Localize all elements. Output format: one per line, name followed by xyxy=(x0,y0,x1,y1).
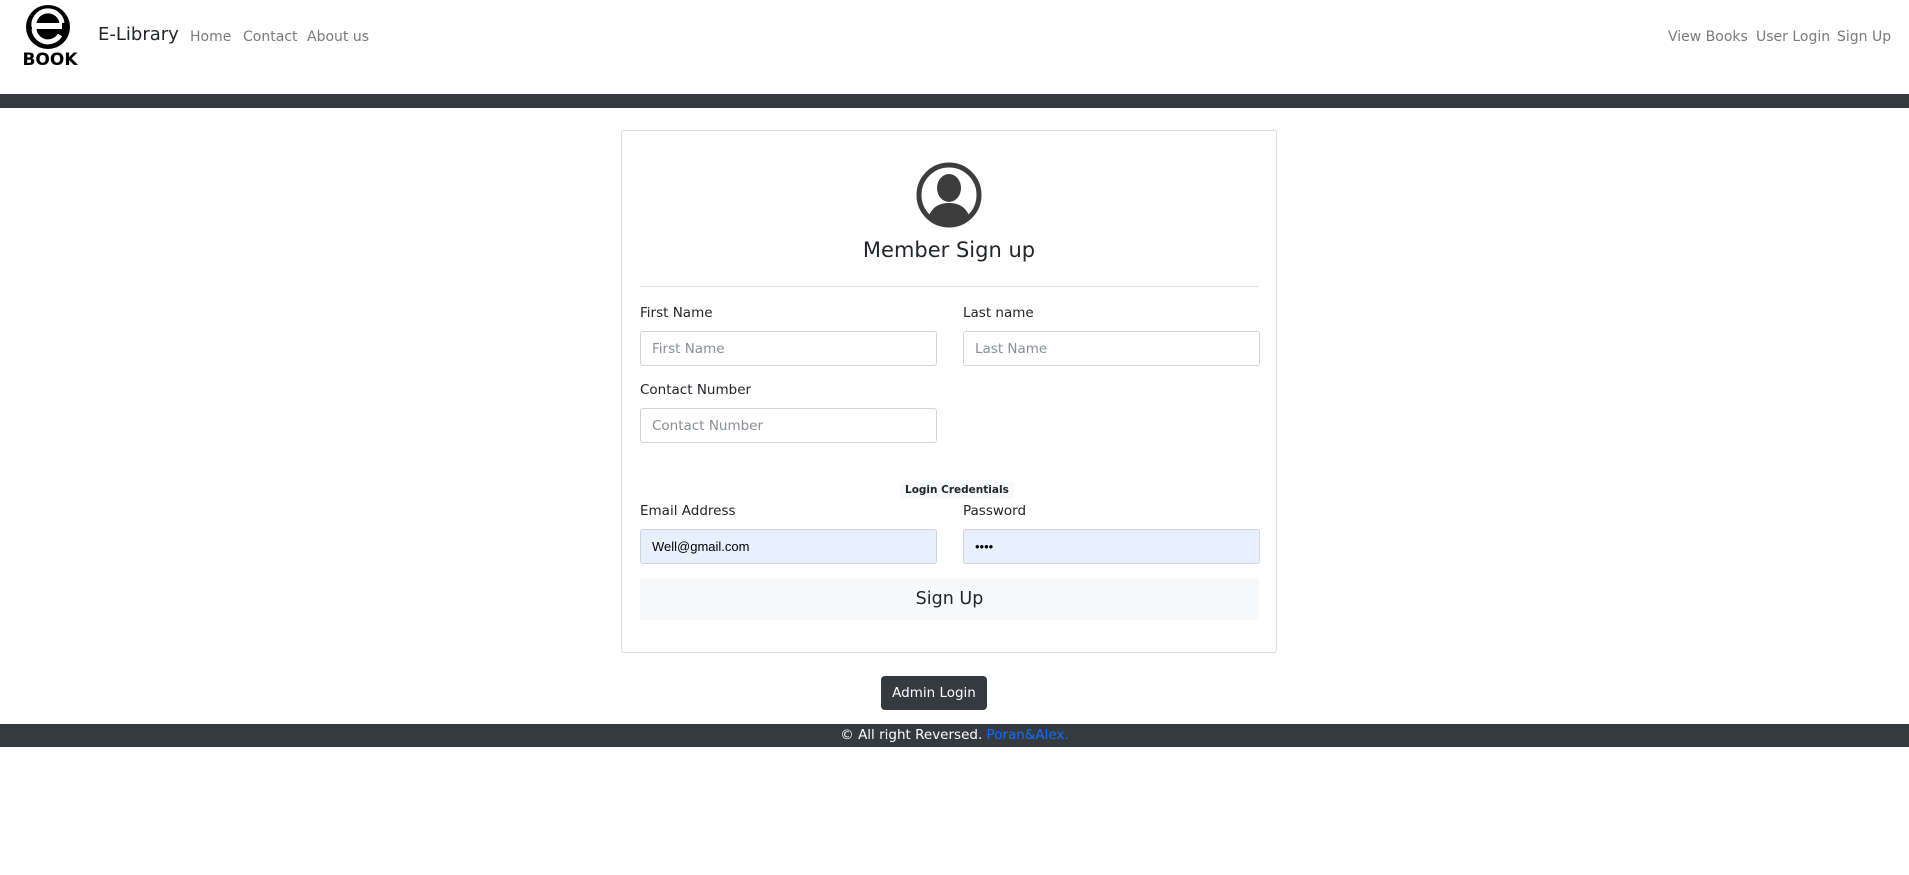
last-name-input[interactable] xyxy=(963,331,1260,366)
ebook-logo[interactable]: BOOK xyxy=(20,3,80,70)
last-name-label: Last name xyxy=(963,305,1034,321)
logo-text: BOOK xyxy=(22,50,78,67)
admin-login-button[interactable]: Admin Login xyxy=(881,676,987,710)
nav-user-login[interactable]: User Login xyxy=(1756,29,1830,45)
contact-number-input[interactable] xyxy=(640,408,937,443)
nav-view-books[interactable]: View Books xyxy=(1668,29,1748,45)
contact-number-label: Contact Number xyxy=(640,382,752,398)
nav-sign-up[interactable]: Sign Up xyxy=(1837,29,1891,45)
footer-copyright: © All right Reversed. xyxy=(840,727,983,743)
form-title: Member Sign up xyxy=(862,238,1036,262)
nav-contact[interactable]: Contact xyxy=(243,29,297,45)
navbar: BOOK E-Library Home Contact About us Vie… xyxy=(0,0,1909,94)
login-credentials-badge: Login Credentials xyxy=(900,482,1014,499)
email-label: Email Address xyxy=(640,503,736,519)
first-name-input[interactable] xyxy=(640,331,937,366)
password-input[interactable] xyxy=(963,529,1260,564)
navbar-divider-bar xyxy=(0,94,1909,108)
email-input[interactable] xyxy=(640,529,937,564)
password-label: Password xyxy=(963,503,1027,519)
brand-name[interactable]: E-Library xyxy=(98,24,179,45)
sign-up-button[interactable]: Sign Up xyxy=(640,578,1259,620)
nav-home[interactable]: Home xyxy=(190,29,231,45)
form-divider xyxy=(640,286,1259,287)
footer-authors-link[interactable]: Poran&Alex. xyxy=(987,727,1069,743)
footer: © All right Reversed. Poran&Alex. xyxy=(0,724,1909,747)
nav-about-us[interactable]: About us xyxy=(307,29,369,45)
first-name-label: First Name xyxy=(640,305,713,321)
user-circle-icon xyxy=(916,162,982,228)
